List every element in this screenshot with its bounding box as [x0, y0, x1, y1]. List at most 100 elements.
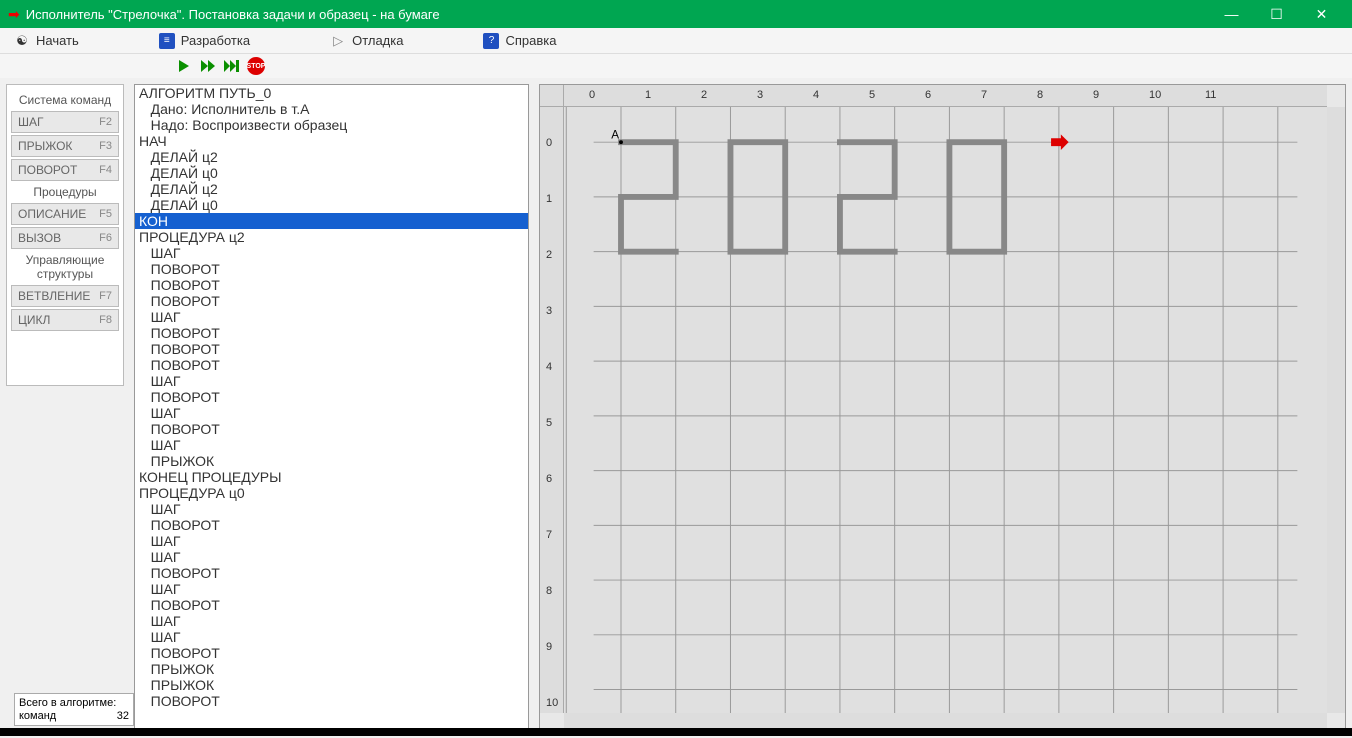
sidebar-section-control: Управляющие структуры — [11, 253, 119, 281]
code-line[interactable]: ШАГ — [135, 501, 528, 517]
code-line[interactable]: ДЕЛАЙ ц0 — [135, 197, 528, 213]
code-line[interactable]: ПРЫЖОК — [135, 661, 528, 677]
code-line[interactable]: ПОВОРОТ — [135, 357, 528, 373]
code-line[interactable]: ПОВОРОТ — [135, 325, 528, 341]
status-label-commands: команд — [19, 710, 56, 722]
menu-debug[interactable]: ▷ Отладка — [320, 31, 413, 51]
ruler-left-num: 2 — [546, 249, 552, 261]
ruler-top-num: 2 — [701, 89, 707, 101]
cmd-call[interactable]: ВЫЗОВF6 — [11, 227, 119, 249]
ruler-left-num: 0 — [546, 137, 552, 149]
code-line[interactable]: КОН — [135, 213, 528, 229]
titlebar: ➡ Исполнитель "Стрелочка". Постановка за… — [0, 0, 1352, 28]
code-line[interactable]: ПОВОРОТ — [135, 389, 528, 405]
menu-help-label: Справка — [505, 33, 556, 48]
scrollbar-vertical[interactable] — [1327, 107, 1345, 713]
code-line[interactable]: ПРОЦЕДУРА ц0 — [135, 485, 528, 501]
play-end-button[interactable] — [222, 56, 242, 76]
help-icon: ? — [483, 33, 499, 49]
close-button[interactable]: ✕ — [1299, 0, 1344, 28]
code-line[interactable]: ПОВОРОТ — [135, 293, 528, 309]
code-line[interactable]: Надо: Воспроизвести образец — [135, 117, 528, 133]
stop-icon: STOP — [247, 57, 265, 75]
ruler-left-num: 7 — [546, 529, 552, 541]
code-line[interactable]: ШАГ — [135, 245, 528, 261]
code-line[interactable]: ПОВОРОТ — [135, 645, 528, 661]
cmd-description[interactable]: ОПИСАНИЕF5 — [11, 203, 119, 225]
cmd-loop[interactable]: ЦИКЛF8 — [11, 309, 119, 331]
code-line[interactable]: ШАГ — [135, 629, 528, 645]
ruler-left-num: 9 — [546, 641, 552, 653]
menu-start-label: Начать — [36, 33, 79, 48]
play-button[interactable] — [174, 56, 194, 76]
code-line[interactable]: ШАГ — [135, 309, 528, 325]
menu-develop[interactable]: ≡ Разработка — [149, 31, 260, 51]
code-line[interactable]: ДЕЛАЙ ц0 — [135, 165, 528, 181]
code-line[interactable]: ДЕЛАЙ ц2 — [135, 181, 528, 197]
code-line[interactable]: ПРЫЖОК — [135, 453, 528, 469]
minimize-button[interactable]: — — [1209, 0, 1254, 28]
code-line[interactable]: ПОВОРОТ — [135, 565, 528, 581]
cmd-step[interactable]: ШАГF2 — [11, 111, 119, 133]
code-line[interactable]: ШАГ — [135, 373, 528, 389]
menu-help[interactable]: ? Справка — [473, 31, 566, 51]
menu-debug-label: Отладка — [352, 33, 403, 48]
maximize-button[interactable]: ☐ — [1254, 0, 1299, 28]
code-line[interactable]: ПОВОРОТ — [135, 277, 528, 293]
ruler-top-num: 1 — [645, 89, 651, 101]
code-line[interactable]: ПОВОРОТ — [135, 517, 528, 533]
ruler-top-num: 0 — [589, 89, 595, 101]
ruler-top-num: 3 — [757, 89, 763, 101]
code-line[interactable]: ШАГ — [135, 533, 528, 549]
code-line[interactable]: ПРЫЖОК — [135, 677, 528, 693]
svg-text:А: А — [611, 128, 619, 141]
code-line[interactable]: ШАГ — [135, 405, 528, 421]
menubar: ☯ Начать ≡ Разработка ▷ Отладка ? Справк… — [0, 28, 1352, 54]
ruler-left-num: 8 — [546, 585, 552, 597]
code-line[interactable]: ПОВОРОТ — [135, 341, 528, 357]
taskbar — [0, 728, 1352, 736]
code-line[interactable]: ПОВОРОТ — [135, 693, 528, 709]
code-line[interactable]: ПОВОРОТ — [135, 597, 528, 613]
stop-button[interactable]: STOP — [246, 56, 266, 76]
status-count: 32 — [117, 710, 129, 722]
cmd-branch[interactable]: ВЕТВЛЕНИЕF7 — [11, 285, 119, 307]
ruler-top-num: 10 — [1149, 89, 1161, 101]
ruler-top-num: 5 — [869, 89, 875, 101]
ruler-top-num: 11 — [1205, 89, 1216, 101]
ruler-top-num: 4 — [813, 89, 819, 101]
app-icon: ➡ — [8, 6, 20, 23]
ruler-top: 01234567891011 — [564, 85, 1327, 107]
menu-develop-label: Разработка — [181, 33, 250, 48]
grid-area[interactable]: А — [564, 107, 1327, 713]
code-line[interactable]: ПОВОРОТ — [135, 261, 528, 277]
code-line[interactable]: ШАГ — [135, 437, 528, 453]
code-line[interactable]: ПРОЦЕДУРА ц2 — [135, 229, 528, 245]
ruler-left-num: 10 — [546, 697, 558, 709]
develop-icon: ≡ — [159, 33, 175, 49]
yin-yang-icon: ☯ — [14, 33, 30, 49]
code-line[interactable]: Дано: Исполнитель в т.А — [135, 101, 528, 117]
cmd-turn[interactable]: ПОВОРОТF4 — [11, 159, 119, 181]
menu-start[interactable]: ☯ Начать — [4, 31, 89, 51]
canvas-area: 01234567891011 012345678910 А — [539, 84, 1346, 732]
code-line[interactable]: НАЧ — [135, 133, 528, 149]
status-label-total: Всего в алгоритме: — [19, 697, 116, 709]
code-line[interactable]: ДЕЛАЙ ц2 — [135, 149, 528, 165]
code-line[interactable]: АЛГОРИТМ ПУТЬ_0 — [135, 85, 528, 101]
ruler-corner — [540, 85, 564, 107]
ruler-top-num: 8 — [1037, 89, 1043, 101]
code-line[interactable]: КОНЕЦ ПРОЦЕДУРЫ — [135, 469, 528, 485]
cmd-jump[interactable]: ПРЫЖОКF3 — [11, 135, 119, 157]
ruler-left-num: 1 — [546, 193, 552, 205]
play-fast-button[interactable] — [198, 56, 218, 76]
sidebar-section-commands: Система команд — [11, 93, 119, 107]
debug-icon: ▷ — [330, 33, 346, 49]
ruler-top-num: 6 — [925, 89, 931, 101]
code-line[interactable]: ПОВОРОТ — [135, 421, 528, 437]
code-line[interactable]: ШАГ — [135, 613, 528, 629]
code-line[interactable]: ШАГ — [135, 549, 528, 565]
code-line[interactable]: ШАГ — [135, 581, 528, 597]
code-panel[interactable]: АЛГОРИТМ ПУТЬ_0 Дано: Исполнитель в т.А … — [134, 84, 529, 732]
grid-svg: А — [564, 107, 1327, 713]
